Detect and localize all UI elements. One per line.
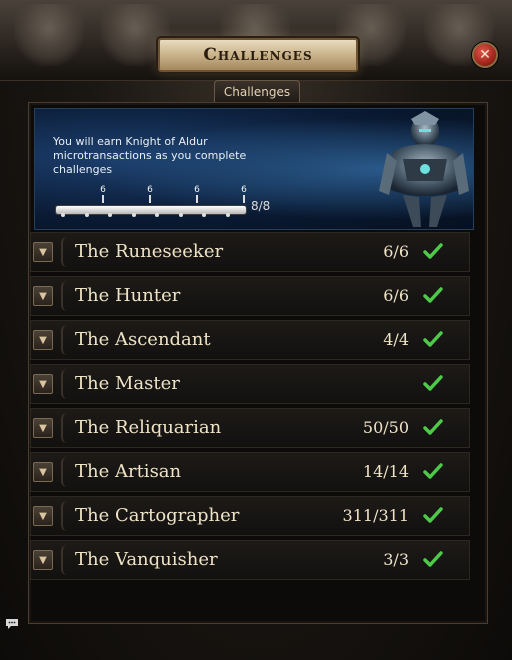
challenge-name: The Runeseeker [75, 241, 224, 262]
checkmark-icon [423, 419, 443, 435]
checkmark-icon [423, 243, 443, 259]
row-divider [61, 369, 69, 399]
row-divider [61, 325, 69, 355]
challenge-row[interactable]: ▼ The Reliquarian 50/50 [30, 408, 470, 448]
milestone-stem [102, 195, 104, 203]
checkmark-icon [423, 331, 443, 347]
challenge-list: ▼ The Runeseeker 6/6 ▼ The Hunter 6/6 ▼ The Asc… [30, 232, 470, 584]
expand-chevron-icon[interactable]: ▼ [33, 506, 53, 526]
progress-tick [84, 213, 89, 217]
checkmark-path [423, 419, 443, 435]
row-divider [61, 501, 69, 531]
tab-challenges-label: Challenges [223, 85, 291, 99]
milestone-marker: 6 [240, 185, 248, 203]
checkmark-path [423, 463, 443, 479]
row-divider [61, 281, 69, 311]
challenge-progress: 311/311 [342, 506, 409, 525]
challenge-progress: 50/50 [362, 418, 409, 437]
challenge-name: The Cartographer [75, 505, 240, 526]
window-header: Challenges ✕ [0, 0, 512, 81]
knight-of-aldur-armor-image [379, 111, 469, 227]
window-title-plate: Challenges [158, 38, 358, 72]
progress-tick [155, 213, 159, 217]
progress-bar [55, 205, 247, 215]
challenge-row[interactable]: ▼ The Artisan 14/14 [30, 452, 470, 492]
challenge-name: The Ascendant [75, 329, 211, 350]
challenge-name: The Master [75, 373, 180, 394]
challenge-name: The Artisan [75, 461, 182, 482]
checkmark-icon [423, 551, 443, 567]
row-divider [61, 457, 69, 487]
checkmark-path [423, 243, 443, 259]
challenge-progress: 4/4 [383, 330, 409, 349]
challenge-progress: 6/6 [383, 242, 409, 261]
chat-icon[interactable] [5, 618, 19, 630]
progress-tick [202, 213, 206, 217]
checkmark-path [423, 551, 443, 567]
tab-challenges[interactable]: Challenges [214, 80, 300, 103]
expand-chevron-icon[interactable]: ▼ [33, 462, 53, 482]
challenge-row[interactable]: ▼ The Cartographer 311/311 [30, 496, 470, 536]
reward-banner: You will earn Knight of Aldur microtrans… [34, 108, 474, 230]
row-divider [61, 237, 69, 267]
checkmark-path [423, 375, 443, 391]
challenge-name: The Vanquisher [75, 549, 218, 570]
row-divider [61, 545, 69, 575]
progress-tick [178, 213, 183, 217]
close-icon: ✕ [479, 47, 491, 63]
milestone-label: 6 [194, 185, 200, 195]
checkmark-path [423, 331, 443, 347]
challenge-row[interactable]: ▼ The Vanquisher 3/3 [30, 540, 470, 580]
milestone-label: 6 [100, 185, 106, 195]
challenge-row[interactable]: ▼ The Runeseeker 6/6 [30, 232, 470, 272]
statue-ornament-left [14, 4, 84, 66]
window-title: Challenges [203, 45, 313, 65]
milestone-stem [149, 195, 151, 203]
checkmark-icon [423, 375, 443, 391]
expand-chevron-icon[interactable]: ▼ [33, 418, 53, 438]
progress-tick [61, 213, 65, 217]
challenges-window: Challenges ✕ Challenges You will earn Kn… [0, 0, 512, 660]
close-button[interactable]: ✕ [472, 42, 498, 68]
banner-description: You will earn Knight of Aldur microtrans… [53, 135, 247, 176]
challenge-row[interactable]: ▼ The Master [30, 364, 470, 404]
challenge-row[interactable]: ▼ The Hunter 6/6 [30, 276, 470, 316]
checkmark-path [423, 287, 443, 303]
progress-tick [131, 213, 136, 217]
challenge-name: The Reliquarian [75, 417, 222, 438]
expand-chevron-icon[interactable]: ▼ [33, 374, 53, 394]
expand-chevron-icon[interactable]: ▼ [33, 286, 53, 306]
milestone-marker: 6 [193, 185, 201, 203]
challenge-progress: 3/3 [383, 550, 409, 569]
milestone-stem [196, 195, 198, 203]
checkmark-icon [423, 287, 443, 303]
milestone-label: 6 [147, 185, 153, 195]
expand-chevron-icon[interactable]: ▼ [33, 242, 53, 262]
checkmark-path [423, 507, 443, 523]
expand-chevron-icon[interactable]: ▼ [33, 550, 53, 570]
challenge-row[interactable]: ▼ The Ascendant 4/4 [30, 320, 470, 360]
milestone-marker: 6 [146, 185, 154, 203]
milestone-label: 6 [241, 185, 247, 195]
progress-tick [108, 213, 112, 217]
checkmark-icon [423, 463, 443, 479]
progress-tick [225, 213, 230, 217]
challenge-name: The Hunter [75, 285, 181, 306]
milestone-marker: 6 [99, 185, 107, 203]
challenge-progress: 14/14 [362, 462, 409, 481]
row-divider [61, 413, 69, 443]
progress-label: 8/8 [251, 199, 271, 213]
expand-chevron-icon[interactable]: ▼ [33, 330, 53, 350]
challenge-progress: 6/6 [383, 286, 409, 305]
milestone-stem [243, 195, 245, 203]
checkmark-icon [423, 507, 443, 523]
